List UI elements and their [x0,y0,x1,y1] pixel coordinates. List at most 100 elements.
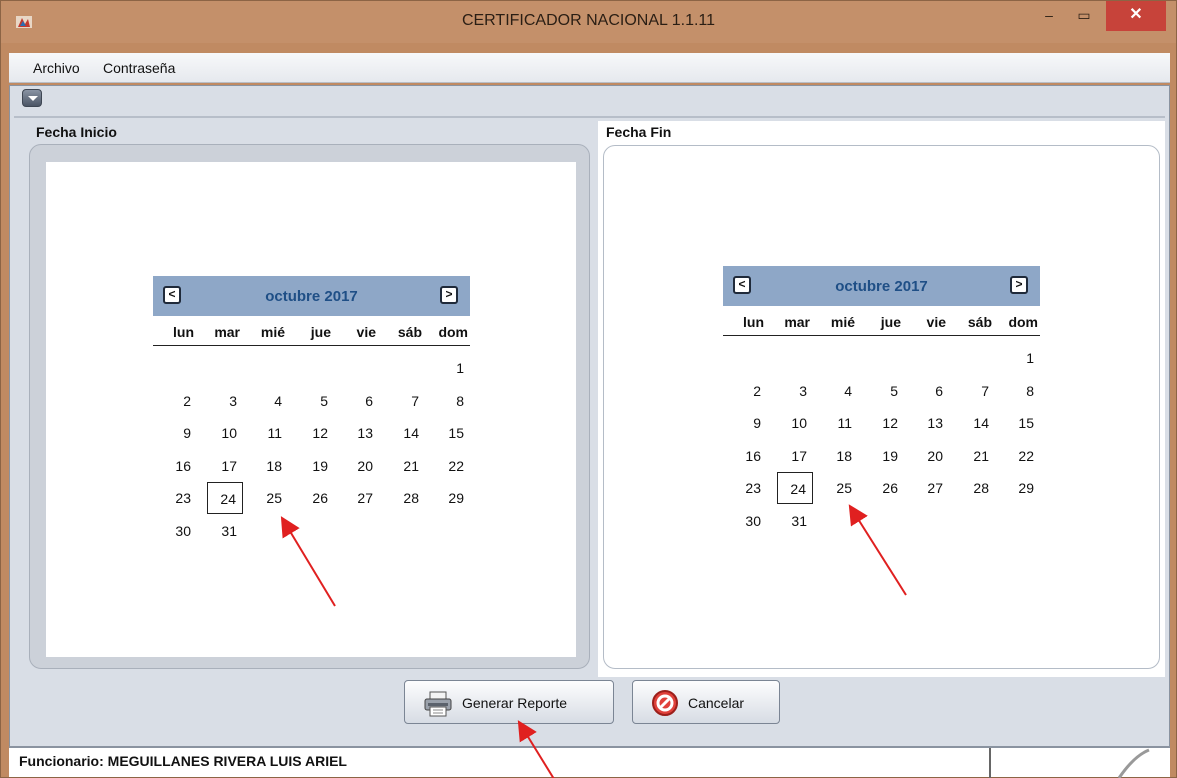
calendar-day[interactable]: 9 [731,407,767,439]
calendar-day[interactable]: 29 [434,482,470,514]
calendar-day[interactable]: 1 [1004,342,1040,374]
cancel-button[interactable]: Cancelar [632,680,780,724]
calendar-day[interactable]: 26 [298,482,334,514]
calendar-day[interactable]: 21 [389,450,425,482]
calendar-day[interactable]: 4 [822,375,858,407]
calendar-day[interactable]: 13 [343,417,379,449]
calendar-day[interactable]: 8 [434,385,470,417]
calendar-day[interactable]: 5 [868,375,904,407]
calendar-day[interactable]: 27 [913,472,949,504]
calendar-day[interactable]: 14 [389,417,425,449]
calendar-day[interactable]: 15 [434,417,470,449]
calendar-day-selected[interactable]: 24 [207,482,243,514]
calendar-day[interactable]: 6 [913,375,949,407]
resize-grip-icon[interactable] [1109,748,1159,778]
calendar-day[interactable]: 19 [298,450,334,482]
calendar-day[interactable]: 28 [389,482,425,514]
start-date-calendar: < octubre 2017 > lun mar mié jue vie sáb… [153,276,470,546]
calendar-month-label: octubre 2017 [835,278,928,295]
weekday-label: jue [880,314,901,330]
start-date-title: Fecha Inicio [36,124,117,140]
calendar-day[interactable]: 11 [822,407,858,439]
calendar-day[interactable]: 7 [959,375,995,407]
menu-bar: Archivo Contraseña [9,53,1170,83]
weekday-label: mié [260,324,285,340]
calendar-day[interactable]: 1 [434,352,470,384]
end-date-calendar: < octubre 2017 > lun mar mié jue vie sáb… [723,266,1040,536]
printer-icon [424,691,452,717]
calendar-day[interactable]: 8 [1004,375,1040,407]
maximize-icon: ▭ [1077,7,1091,23]
cancel-icon [652,690,678,716]
calendar-day[interactable]: 14 [959,407,995,439]
calendar-day[interactable]: 23 [161,482,197,514]
minimize-button[interactable]: – [1034,1,1064,31]
weekday-label: sáb [397,324,422,340]
generate-report-label: Generar Reporte [462,695,568,711]
calendar-header: < octubre 2017 > [723,266,1040,306]
menu-archivo[interactable]: Archivo [33,53,80,83]
calendar-day[interactable]: 30 [731,505,767,537]
calendar-day[interactable]: 22 [434,450,470,482]
calendar-day[interactable]: 27 [343,482,379,514]
maximize-button[interactable]: ▭ [1064,1,1104,31]
calendar-day[interactable]: 12 [868,407,904,439]
calendar-day[interactable]: 7 [389,385,425,417]
calendar-day[interactable]: 17 [207,450,243,482]
app-window: CERTIFICADOR NACIONAL 1.1.11 – ▭ ✕ Archi… [0,0,1177,778]
calendar-day[interactable]: 31 [777,505,813,537]
calendar-day[interactable]: 2 [161,385,197,417]
calendar-day[interactable]: 10 [207,417,243,449]
calendar-day[interactable]: 18 [252,450,288,482]
calendar-day[interactable]: 3 [777,375,813,407]
calendar-day[interactable]: 17 [777,440,813,472]
calendar-day[interactable]: 4 [252,385,288,417]
menu-contrasena[interactable]: Contraseña [103,53,175,83]
calendar-day[interactable]: 22 [1004,440,1040,472]
calendar-day[interactable]: 23 [731,472,767,504]
calendar-day[interactable]: 9 [161,417,197,449]
close-button[interactable]: ✕ [1106,1,1166,31]
calendar-day[interactable]: 28 [959,472,995,504]
calendar-weekday-header: lun mar mié jue vie sáb dom [153,324,470,346]
cancel-label: Cancelar [688,695,745,711]
generate-report-button[interactable]: Generar Reporte [404,680,614,724]
calendar-day[interactable]: 29 [1004,472,1040,504]
calendar-day[interactable]: 13 [913,407,949,439]
calendar-day[interactable]: 18 [822,440,858,472]
calendar-day[interactable]: 20 [343,450,379,482]
calendar-day[interactable]: 19 [868,440,904,472]
close-icon: ✕ [1129,6,1143,23]
calendar-header: < octubre 2017 > [153,276,470,316]
calendar-day[interactable]: 30 [161,515,197,547]
next-month-button[interactable]: > [1010,276,1028,294]
weekday-label: dom [438,324,468,340]
calendar-day[interactable]: 21 [959,440,995,472]
collapse-toggle-button[interactable] [22,89,42,107]
calendar-day-selected[interactable]: 24 [777,472,813,504]
weekday-label: sáb [967,314,992,330]
calendar-day[interactable]: 20 [913,440,949,472]
calendar-day[interactable]: 16 [731,440,767,472]
calendar-day[interactable]: 5 [298,385,334,417]
weekday-label: dom [1008,314,1038,330]
calendar-day[interactable]: 2 [731,375,767,407]
calendar-day[interactable]: 25 [252,482,288,514]
calendar-day[interactable]: 15 [1004,407,1040,439]
weekday-label: jue [310,324,331,340]
weekday-label: mié [830,314,855,330]
title-bar[interactable]: CERTIFICADOR NACIONAL 1.1.11 – ▭ ✕ [1,1,1176,43]
calendar-day[interactable]: 10 [777,407,813,439]
next-month-button[interactable]: > [440,286,458,304]
weekday-label: mar [784,314,810,330]
calendar-day[interactable]: 25 [822,472,858,504]
calendar-day[interactable]: 12 [298,417,334,449]
calendar-day[interactable]: 11 [252,417,288,449]
calendar-weekday-header: lun mar mié jue vie sáb dom [723,314,1040,336]
calendar-day[interactable]: 3 [207,385,243,417]
weekday-label: lun [173,324,194,340]
calendar-day[interactable]: 26 [868,472,904,504]
calendar-day[interactable]: 31 [207,515,243,547]
calendar-day[interactable]: 6 [343,385,379,417]
calendar-day[interactable]: 16 [161,450,197,482]
